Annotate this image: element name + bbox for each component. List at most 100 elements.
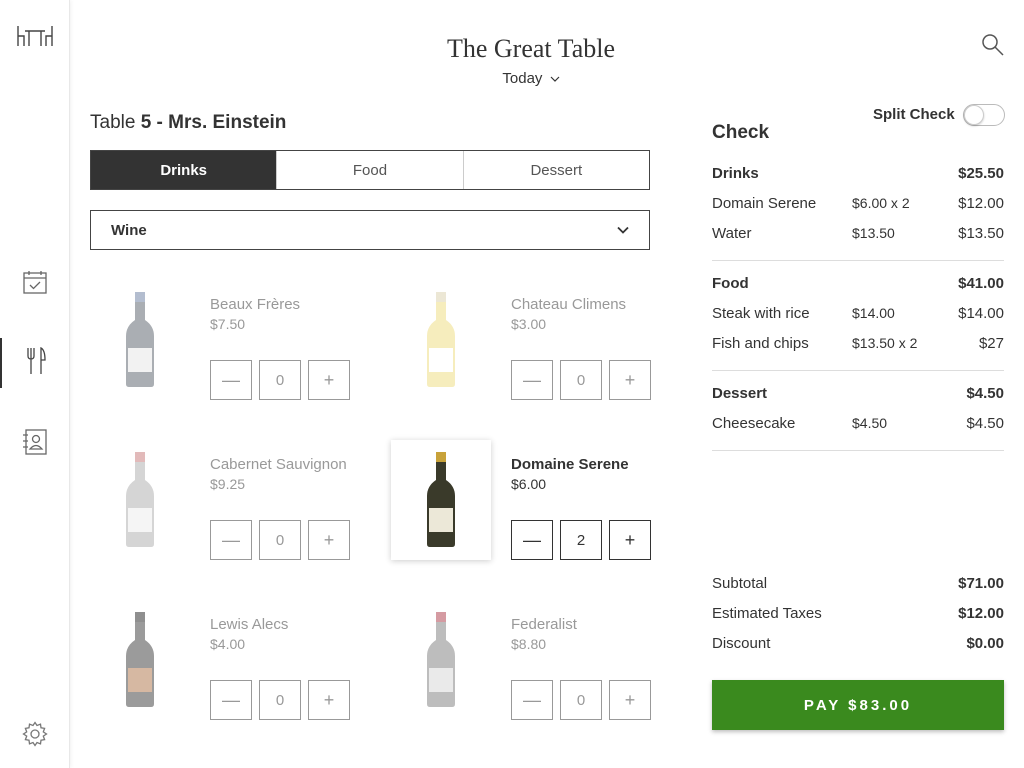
decrement-button[interactable]: — <box>210 360 252 400</box>
decrement-button[interactable]: — <box>511 680 553 720</box>
item-unit-price: $6.00 x 2 <box>852 195 910 211</box>
quantity-stepper: —2 + <box>511 520 651 560</box>
toggle-knob <box>964 105 984 125</box>
item-name: Fish and chips <box>712 335 809 352</box>
item-unit-price: $13.50 x 2 <box>852 335 918 351</box>
product-card[interactable]: Beaux Frères $7.50 —0 + <box>90 280 350 410</box>
item-name: Cheesecake <box>712 415 796 432</box>
table-number: 5 <box>140 112 152 133</box>
section-divider <box>712 450 1004 451</box>
section-total: $25.50 <box>958 165 1004 182</box>
check-line-item[interactable]: Domain Serene $6.00 x 2 $12.00 <box>712 195 1004 215</box>
increment-button[interactable]: + <box>308 520 350 560</box>
taxes-label: Estimated Taxes <box>712 605 822 622</box>
nav-contacts[interactable] <box>0 424 70 464</box>
product-card[interactable]: Cabernet Sauvignon $9.25 —0 + <box>90 440 350 570</box>
quantity-value[interactable]: 2 <box>560 520 602 560</box>
category-tabs: Drinks Food Dessert <box>90 150 650 190</box>
search-icon[interactable] <box>980 32 1006 58</box>
wine-bottle-image[interactable] <box>90 600 190 720</box>
quantity-value[interactable]: 0 <box>259 520 301 560</box>
increment-button[interactable]: + <box>609 520 651 560</box>
decrement-button[interactable]: — <box>511 360 553 400</box>
section-name: Food <box>712 275 749 292</box>
quantity-value[interactable]: 0 <box>560 360 602 400</box>
product-card[interactable]: Domaine Serene $6.00 —2 + <box>391 440 651 570</box>
table-chairs-logo-icon[interactable] <box>0 18 70 54</box>
wine-bottle-image[interactable] <box>90 280 190 400</box>
nav-calendar[interactable] <box>0 264 70 304</box>
section-total: $4.50 <box>966 385 1004 402</box>
decrement-button[interactable]: — <box>511 520 553 560</box>
item-total: $4.50 <box>966 415 1004 432</box>
increment-button[interactable]: + <box>609 360 651 400</box>
wine-bottle-image[interactable] <box>90 440 190 560</box>
product-price: $8.80 <box>511 636 547 652</box>
section-total: $41.00 <box>958 275 1004 292</box>
item-name: Domain Serene <box>712 195 817 212</box>
product-name: Chateau Climens <box>511 296 627 313</box>
restaurant-title: The Great Table <box>446 34 616 63</box>
product-name: Beaux Frères <box>210 296 301 313</box>
item-name: Steak with rice <box>712 305 810 322</box>
item-name: Water <box>712 225 752 242</box>
item-total: $12.00 <box>958 195 1004 212</box>
tab-dessert[interactable]: Dessert <box>462 151 649 189</box>
check-line-item[interactable]: Water $13.50 $13.50 <box>712 225 1004 245</box>
item-unit-price: $4.50 <box>852 415 888 431</box>
product-card[interactable]: Lewis Alecs $4.00 —0 + <box>90 600 350 730</box>
product-price: $3.00 <box>511 316 547 332</box>
wine-bottle-image[interactable] <box>391 280 491 400</box>
quantity-stepper: —0 + <box>210 520 350 560</box>
check-title: Check <box>712 122 770 143</box>
table-heading: Table 5 - Mrs. Einstein <box>90 112 286 134</box>
product-name: Federalist <box>511 616 577 633</box>
section-name: Drinks <box>712 165 759 182</box>
check-line-item[interactable]: Cheesecake $4.50 $4.50 <box>712 415 1004 435</box>
product-price: $4.00 <box>210 636 246 652</box>
contact-card-icon <box>22 428 48 461</box>
nav-menu[interactable] <box>0 338 70 388</box>
quantity-stepper: —0 + <box>210 680 350 720</box>
wine-bottle-image[interactable] <box>391 600 491 720</box>
split-check-toggle[interactable] <box>963 104 1005 126</box>
taxes-row: Estimated Taxes $12.00 <box>712 605 1004 625</box>
increment-button[interactable]: + <box>609 680 651 720</box>
taxes-value: $12.00 <box>958 605 1004 622</box>
product-price: $6.00 <box>511 476 547 492</box>
gear-icon <box>22 720 48 752</box>
nav-settings[interactable] <box>0 716 70 756</box>
subcategory-dropdown[interactable]: Wine <box>90 210 650 250</box>
decrement-button[interactable]: — <box>210 520 252 560</box>
product-name: Lewis Alecs <box>210 616 289 633</box>
chevron-down-icon <box>617 226 629 234</box>
subtotal-value: $71.00 <box>958 575 1004 592</box>
section-name: Dessert <box>712 385 768 402</box>
subcategory-value: Wine <box>111 221 147 239</box>
product-card[interactable]: Federalist $8.80 —0 + <box>391 600 651 730</box>
wine-bottle-image[interactable] <box>391 440 491 560</box>
section-divider <box>712 370 1004 371</box>
sidebar <box>0 0 70 768</box>
check-line-item[interactable]: Steak with rice $14.00 $14.00 <box>712 305 1004 325</box>
increment-button[interactable]: + <box>308 680 350 720</box>
quantity-value[interactable]: 0 <box>560 680 602 720</box>
product-card[interactable]: Chateau Climens $3.00 —0 + <box>391 280 651 410</box>
tab-food[interactable]: Food <box>276 151 462 189</box>
tab-drinks[interactable]: Drinks <box>91 151 277 189</box>
product-price: $7.50 <box>210 316 246 332</box>
product-price: $9.25 <box>210 476 246 492</box>
item-unit-price: $14.00 <box>852 305 895 321</box>
quantity-value[interactable]: 0 <box>259 360 301 400</box>
discount-value: $0.00 <box>966 635 1004 652</box>
decrement-button[interactable]: — <box>210 680 252 720</box>
increment-button[interactable]: + <box>308 360 350 400</box>
pay-button[interactable]: PAY $83.00 <box>712 680 1004 730</box>
fork-knife-icon <box>25 346 47 381</box>
product-name: Domaine Serene <box>511 456 629 473</box>
guest-name: - Mrs. Einstein <box>151 112 287 133</box>
date-label: Today <box>502 70 543 87</box>
date-selector[interactable]: Today <box>70 70 992 87</box>
check-line-item[interactable]: Fish and chips $13.50 x 2 $27 <box>712 335 1004 355</box>
quantity-value[interactable]: 0 <box>259 680 301 720</box>
